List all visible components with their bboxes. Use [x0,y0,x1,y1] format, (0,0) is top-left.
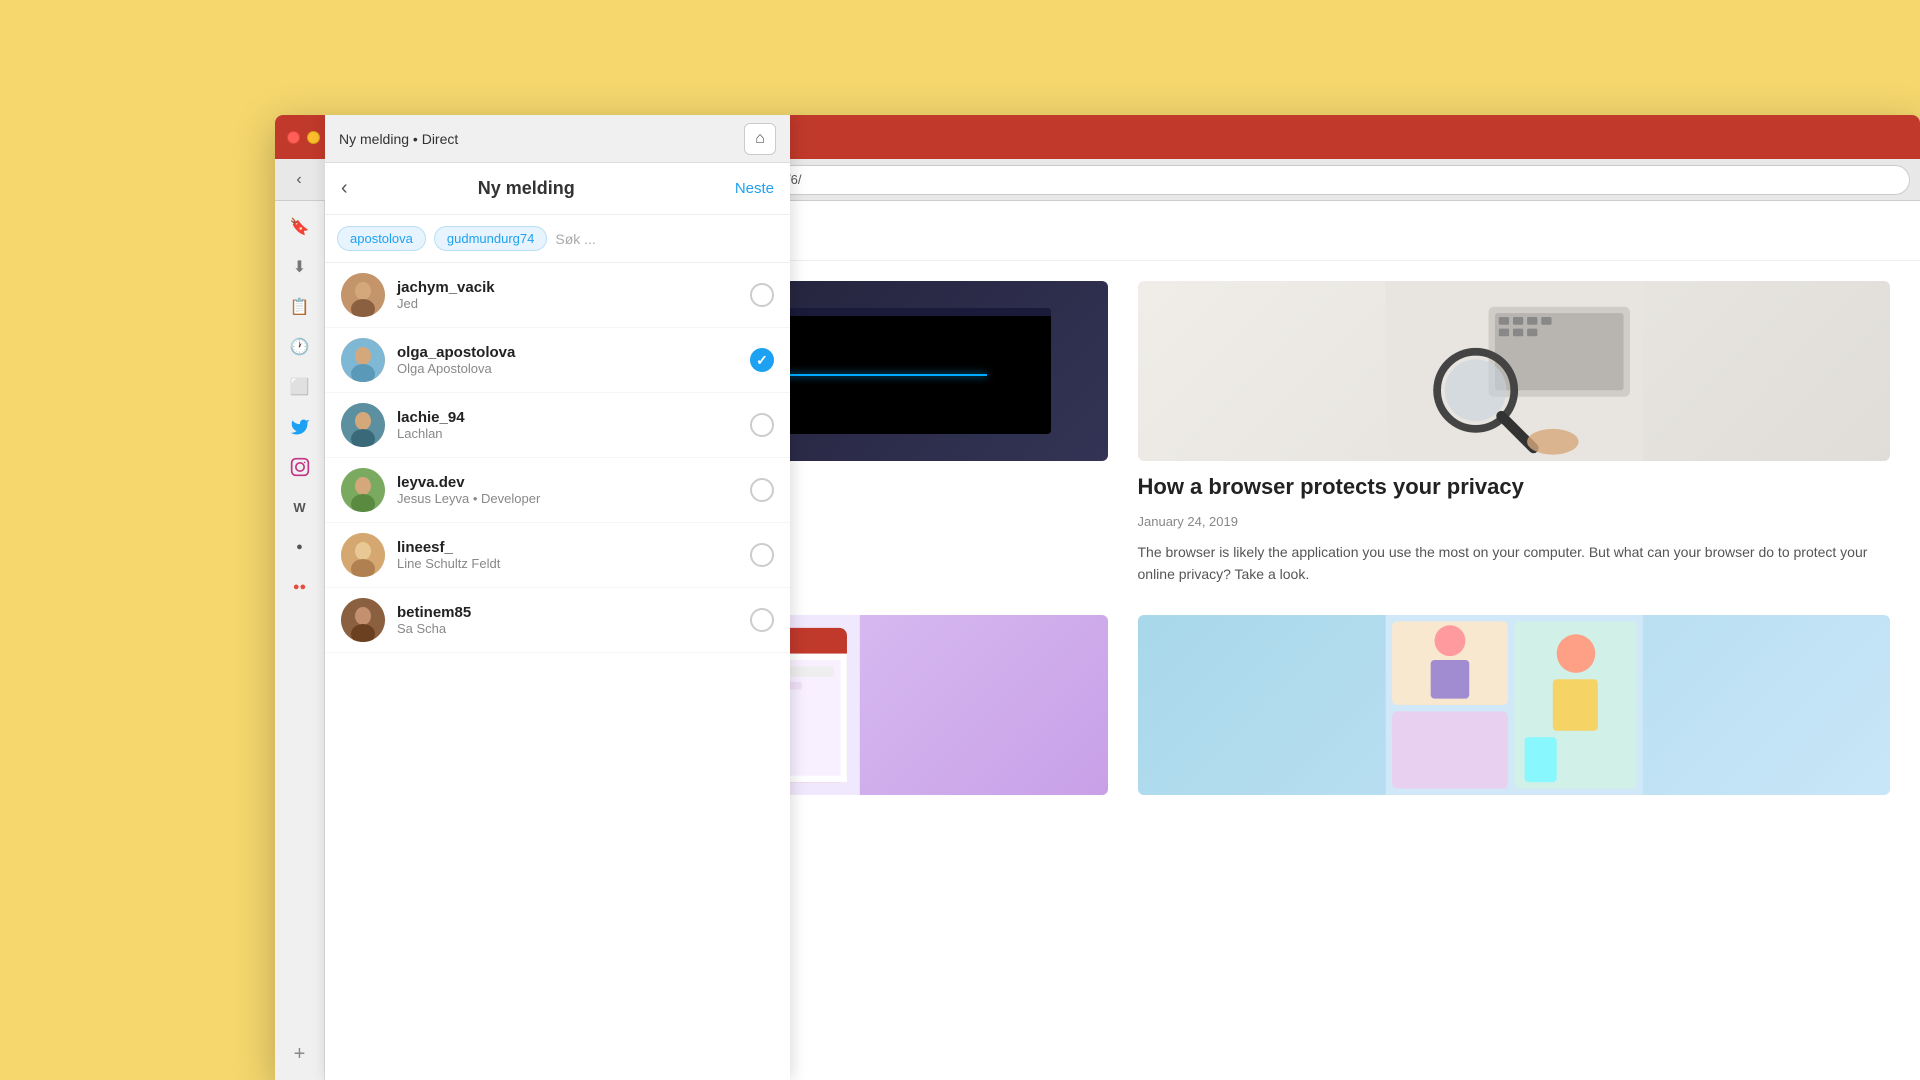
contact-username-jachym: jachym_vacik [397,279,738,296]
contact-name-lachie: Lachlan [397,426,738,441]
contact-list: jachym_vacik Jed olga_ [325,263,790,1080]
blog-card-right: How a browser protects your privacy Janu… [1138,281,1891,585]
avatar-leyva [341,468,385,512]
blog-card-bottom-right [1138,615,1891,795]
contact-item-olga[interactable]: olga_apostolova Olga Apostolova [325,328,790,393]
contact-info-leyva: leyva.dev Jesus Leyva • Developer [397,474,738,506]
avatar-lachie [341,403,385,447]
contact-radio-betinem[interactable] [750,608,774,632]
sidebar-wikipedia-icon[interactable]: W [282,489,318,525]
back-arrow-icon: ‹ [296,171,301,189]
contact-name-betinem: Sa Scha [397,621,738,636]
blog-excerpt: The browser is likely the application yo… [1138,541,1891,586]
blog-date: January 24, 2019 [1138,514,1891,529]
contact-item-betinem[interactable]: betinem85 Sa Scha [325,588,790,653]
contact-name-jachym: Jed [397,296,738,311]
contact-name-lineesf: Line Schultz Feldt [397,556,738,571]
contact-radio-leyva[interactable] [750,478,774,502]
contact-username-lachie: lachie_94 [397,409,738,426]
contact-info-olga: olga_apostolova Olga Apostolova [397,344,738,376]
contact-item-leyva[interactable]: leyva.dev Jesus Leyva • Developer [325,458,790,523]
contact-radio-olga[interactable] [750,348,774,372]
contact-username-leyva: leyva.dev [397,474,738,491]
recipients-bar: apostolova gudmundurg74 Søk ... [325,215,790,263]
contact-radio-lineesf[interactable] [750,543,774,567]
sidebar-screenshot-icon[interactable]: ⬜ [282,369,318,405]
contact-info-lachie: lachie_94 Lachlan [397,409,738,441]
contact-info-jachym: jachym_vacik Jed [397,279,738,311]
blog-image-magnify [1138,281,1891,461]
contact-item-lineesf[interactable]: lineesf_ Line Schultz Feldt [325,523,790,588]
sidebar-lastpass-icon[interactable]: ●● [282,569,318,605]
dm-overlay-panel: Ny melding • Direct ⌂ ‹ Ny melding Neste… [325,201,790,1080]
recipient-chip-apostolova[interactable]: apostolova [337,226,426,251]
contact-name-leyva: Jesus Leyva • Developer [397,491,738,506]
avatar-lineesf [341,533,385,577]
close-button[interactable] [287,131,300,144]
contact-info-lineesf: lineesf_ Line Schultz Feldt [397,539,738,571]
contact-radio-jachym[interactable] [750,283,774,307]
dm-sub-header: ‹ Ny melding Neste [325,201,790,215]
sidebar-panel: 🔖 ⬇ 📋 🕐 ⬜ W ● ●● + [275,201,325,1080]
avatar-jachym [341,273,385,317]
blog-title: How a browser protects your privacy [1138,473,1891,502]
recipient-chip-gudmundurg74[interactable]: gudmundurg74 [434,226,547,251]
sidebar-twitter-icon[interactable] [282,409,318,445]
sidebar-add-icon[interactable]: + [282,1036,318,1072]
sidebar-notes-icon[interactable]: 📋 [282,289,318,325]
contact-username-olga: olga_apostolova [397,344,738,361]
minimize-button[interactable] [307,131,320,144]
contact-info-betinem: betinem85 Sa Scha [397,604,738,636]
browser-content: 🔖 ⬇ 📋 🕐 ⬜ W ● ●● + Ny melding • Direct [275,201,1920,1080]
contact-username-lineesf: lineesf_ [397,539,738,556]
blog-image-colorful [1138,615,1891,795]
avatar-betinem [341,598,385,642]
contact-item-jachym[interactable]: jachym_vacik Jed [325,263,790,328]
sidebar-download-icon[interactable]: ⬇ [282,249,318,285]
back-button[interactable]: ‹ [285,166,313,194]
sidebar-history-icon[interactable]: 🕐 [282,329,318,365]
contact-name-olga: Olga Apostolova [397,361,738,376]
contact-radio-lachie[interactable] [750,413,774,437]
search-placeholder: Søk ... [555,231,778,247]
contact-username-betinem: betinem85 [397,604,738,621]
sidebar-instagram-icon[interactable] [282,449,318,485]
sidebar-feed-icon[interactable]: ● [282,529,318,565]
browser-window: V Blog | Vivaldi Browser - Par ＋ ‹ › ↻ ⌂ [275,115,1920,1080]
contact-item-lachie[interactable]: lachie_94 Lachlan [325,393,790,458]
avatar-olga [341,338,385,382]
sidebar-bookmark-icon[interactable]: 🔖 [282,209,318,245]
